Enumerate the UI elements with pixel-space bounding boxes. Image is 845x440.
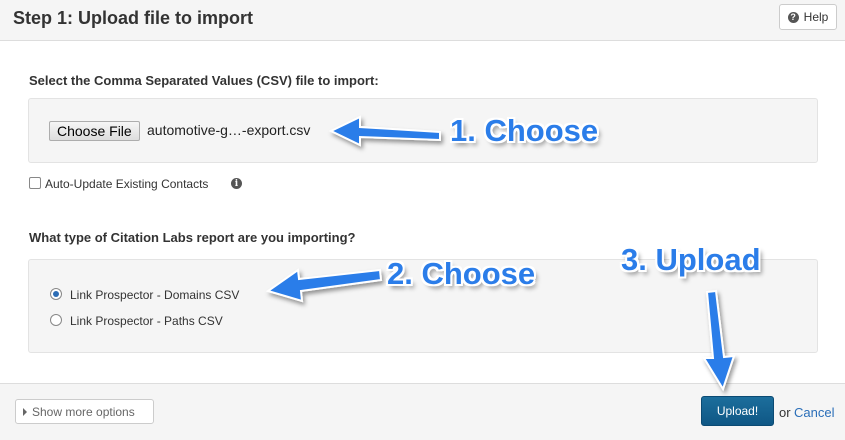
radio-domains-csv[interactable] bbox=[50, 288, 62, 300]
selected-file-name: automotive-g…-export.csv bbox=[147, 122, 311, 138]
annotation-step1: 1. Choose bbox=[450, 113, 599, 148]
annotation-arrows bbox=[265, 115, 736, 392]
radio-label-paths-csv[interactable]: Link Prospector - Paths CSV bbox=[70, 314, 223, 328]
help-button[interactable]: ? Help bbox=[779, 4, 837, 30]
help-label: Help bbox=[803, 10, 829, 24]
show-more-options-button[interactable]: Show more options bbox=[15, 399, 154, 424]
choose-file-button[interactable]: Choose File bbox=[49, 121, 140, 141]
annotation-step3: 3. Upload bbox=[621, 242, 761, 277]
annotation-step2: 2. Choose bbox=[387, 256, 536, 291]
report-section-label: What type of Citation Labs report are yo… bbox=[29, 230, 356, 245]
file-section-label: Select the Comma Separated Values (CSV) … bbox=[29, 73, 379, 88]
auto-update-checkbox[interactable] bbox=[29, 177, 41, 189]
auto-update-label[interactable]: Auto-Update Existing Contacts bbox=[45, 177, 208, 191]
cancel-link[interactable]: Cancel bbox=[794, 405, 834, 420]
caret-right-icon bbox=[23, 407, 27, 416]
info-circle-icon[interactable]: i bbox=[231, 178, 242, 189]
radio-label-domains-csv[interactable]: Link Prospector - Domains CSV bbox=[70, 288, 239, 302]
page-header: Step 1: Upload file to import ? Help bbox=[0, 0, 845, 41]
show-more-label: Show more options bbox=[32, 404, 135, 419]
page-title: Step 1: Upload file to import bbox=[13, 8, 254, 28]
upload-button[interactable]: Upload! bbox=[701, 396, 774, 426]
question-circle-icon: ? bbox=[787, 11, 799, 23]
or-text: or bbox=[779, 405, 791, 420]
radio-paths-csv[interactable] bbox=[50, 314, 62, 326]
